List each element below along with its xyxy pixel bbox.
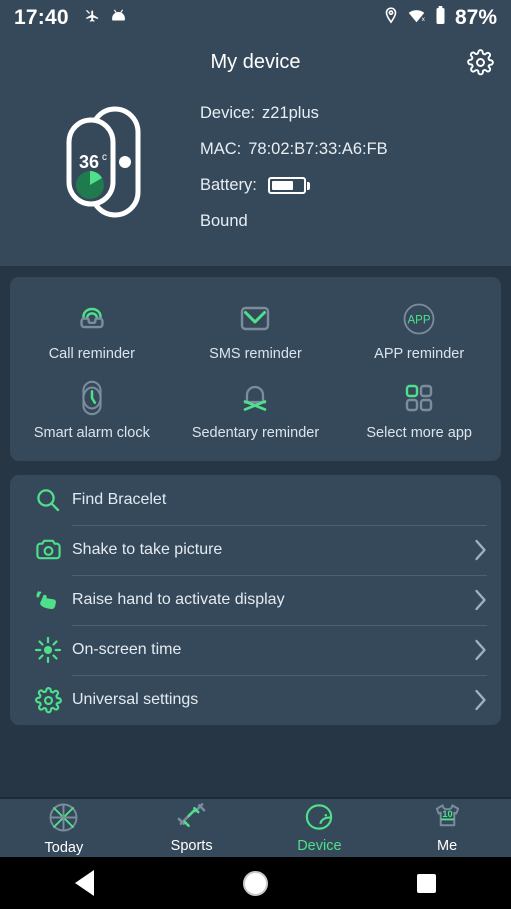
device-battery-row: Battery: [200,176,388,195]
settings-gear-button[interactable] [463,45,497,79]
list-item-on-screen-time[interactable]: On-screen time [24,625,487,675]
envelope-icon [238,297,272,341]
svg-text:x: x [422,16,426,23]
device-details: Device: z21plus MAC: 78:02:B7:33:A6:FB B… [200,96,388,231]
device-bound-status: Bound [200,212,248,230]
list-item-raise-hand-to-activate-display-label: Raise hand to activate display [72,591,285,608]
list-item-universal-settings-label: Universal settings [72,691,199,708]
battery-percent-label: 87% [454,6,497,29]
recents-square-icon[interactable] [417,873,437,893]
raise-hand-icon [24,588,72,612]
status-bar-clock: 17:40 [14,6,69,29]
list-item-raise-hand-to-activate-display[interactable]: Raise hand to activate display [24,575,487,625]
chevron-right-icon [465,539,487,561]
airplane-icon [85,8,100,28]
device-summary-panel: 36 c Device: z21plus MAC: 78:02:B7:33:A6… [0,88,511,266]
list-item-on-screen-time-label: On-screen time [72,641,182,658]
nav-tab-device[interactable]: Device [256,799,384,857]
chevron-right-icon [465,689,487,711]
basketball-icon [47,801,80,839]
reminder-app-label: APP reminder [374,346,465,362]
device-name-value: z21plus [262,104,319,122]
helmet-icon [304,802,335,837]
device-mac-label: MAC: [200,140,242,158]
list-item-shake-to-take-picture[interactable]: Shake to take picture [24,525,487,575]
reminder-select-more-app-label: Select more app [366,425,472,441]
reminder-alarm-label: Smart alarm clock [33,425,150,441]
nav-tab-sports-label: Sports [170,838,213,854]
content-area: Call reminder SMS reminder APP APP remin… [0,266,511,797]
chevron-right-icon [465,589,487,611]
bell-cross-icon [236,376,274,420]
reminder-sms-label: SMS reminder [209,346,302,362]
band-temperature-unit-text: c [102,152,107,163]
device-mac-row: MAC: 78:02:B7:33:A6:FB [200,140,388,159]
device-battery-gauge [267,177,306,194]
list-item-universal-settings[interactable]: Universal settings [24,675,487,725]
status-bar-right-icons: x 87% [384,6,497,30]
nav-tab-me-label: Me [437,838,458,854]
list-item-shake-to-take-picture-label: Shake to take picture [72,541,223,558]
status-bar-left-icons [85,8,127,28]
band-clock-icon [77,376,107,420]
bottom-navigation: Today Sports Device 10 Me [0,797,511,857]
app-screen: 17:40 x 87% My device 36 c Device: z21pl… [0,0,511,909]
brightness-sun-icon [24,636,72,664]
settings-list-card: Find Bracelet Shake to take picture Rais… [10,475,501,725]
device-battery-label: Battery: [200,176,257,194]
app-header: My device [0,36,511,88]
location-pin-icon [384,7,398,29]
reminder-sedentary-label: Sedentary reminder [191,425,320,441]
reminder-call[interactable]: Call reminder [10,289,174,368]
band-temperature-text: 36 [79,152,99,172]
app-circle-icon: APP [402,297,436,341]
battery-icon [435,6,446,30]
smart-band-illustration: 36 c [0,96,200,218]
back-triangle-icon[interactable] [74,870,94,896]
nav-tab-me[interactable]: 10 Me [383,799,511,857]
reminder-select-more-app[interactable]: Select more app [337,368,501,447]
nav-tab-device-label: Device [297,838,342,854]
grid-squares-icon [404,376,434,420]
device-battery-fill [271,181,293,190]
reminder-alarm[interactable]: Smart alarm clock [10,368,174,447]
reminders-grid: Call reminder SMS reminder APP APP remin… [10,289,501,447]
reminder-sedentary[interactable]: Sedentary reminder [174,368,338,447]
status-bar: 17:40 x 87% [0,0,511,36]
android-head-icon [110,8,127,28]
jersey-icon: 10 [432,802,463,837]
jersey-number-text: 10 [442,809,452,819]
search-icon [24,487,72,513]
list-item-find-bracelet[interactable]: Find Bracelet [24,475,487,525]
chevron-right-icon [465,639,487,661]
device-name-label: Device: [200,104,256,122]
camera-icon [24,538,72,562]
device-mac-value: 78:02:B7:33:A6:FB [248,140,388,158]
list-item-find-bracelet-label: Find Bracelet [72,491,167,508]
dumbbell-icon [175,802,208,837]
reminder-call-label: Call reminder [48,346,135,362]
nav-tab-today[interactable]: Today [0,799,128,857]
home-circle-icon[interactable] [242,870,268,896]
wifi-off-icon: x [407,8,426,28]
device-battery-nub [306,181,310,190]
nav-tab-today-label: Today [44,839,84,856]
device-name-row: Device: z21plus [200,104,388,123]
reminder-app[interactable]: APP APP reminder [337,289,501,368]
phone-call-icon [73,297,111,341]
app-icon-text: APP [408,315,431,327]
android-system-nav [0,857,511,909]
page-title: My device [210,50,301,73]
reminders-card: Call reminder SMS reminder APP APP remin… [10,277,501,461]
reminder-sms[interactable]: SMS reminder [174,289,338,368]
nav-tab-sports[interactable]: Sports [128,799,256,857]
gear-icon [24,686,72,714]
